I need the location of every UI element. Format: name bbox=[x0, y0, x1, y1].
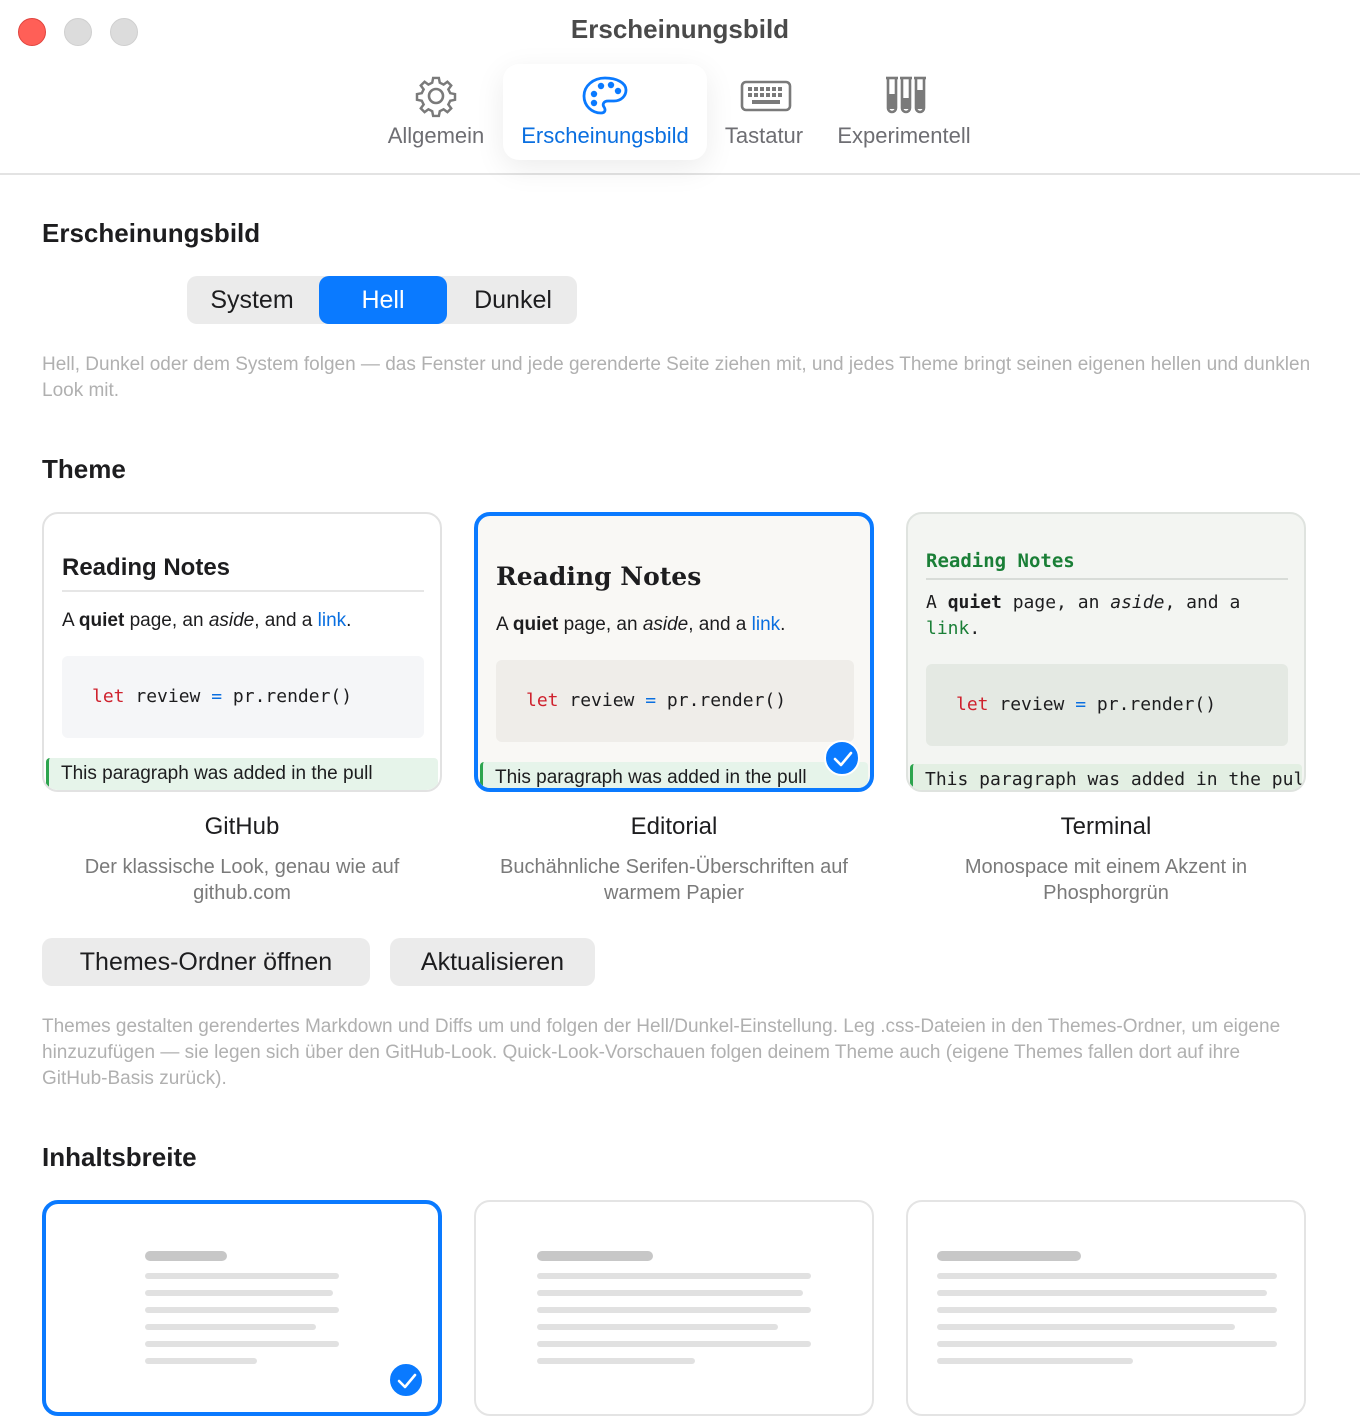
preview-paragraph: A quiet page, an aside, and a link. bbox=[62, 610, 352, 631]
width-preview-line bbox=[537, 1341, 811, 1347]
width-preview-line bbox=[145, 1290, 333, 1296]
width-preview-line bbox=[145, 1273, 339, 1279]
preview-added-line: This paragraph was added in the pull bbox=[910, 764, 1302, 790]
preview-added-line: This paragraph was added in the pull bbox=[46, 758, 438, 790]
checkmark-icon bbox=[388, 1362, 424, 1398]
theme-heading: Theme bbox=[42, 454, 126, 484]
preview-added-line: This paragraph was added in the pull bbox=[480, 762, 868, 788]
theme-card-terminal[interactable]: Reading Notes A quiet page, an aside, an… bbox=[906, 512, 1306, 792]
width-preview-line bbox=[537, 1290, 803, 1296]
width-preview-line bbox=[937, 1324, 1235, 1330]
preview-paragraph: A quiet page, an aside, and a link. bbox=[496, 614, 786, 635]
appearance-hint: Hell, Dunkel oder dem System folgen — da… bbox=[42, 354, 1311, 401]
width-preview-line bbox=[937, 1273, 1277, 1279]
width-preview-line bbox=[537, 1324, 778, 1330]
content-width-option-narrow[interactable] bbox=[42, 1200, 442, 1416]
preview-title: Reading Notes bbox=[62, 554, 424, 592]
theme-name-editorial: Editorial bbox=[630, 813, 718, 840]
content-width-heading: Inhaltsbreite bbox=[42, 1142, 197, 1172]
tab-experimentell[interactable]: Experimentell bbox=[826, 64, 982, 160]
appearance-heading: Erscheinungsbild bbox=[42, 218, 261, 248]
preferences-tabs: Allgemein Erscheinungsbild Tastatur Expe… bbox=[0, 64, 1360, 160]
test-tubes-icon bbox=[880, 74, 928, 118]
appearance-mode-segmented-control: System Hell Dunkel bbox=[187, 276, 577, 324]
preview-title: Reading Notes bbox=[926, 550, 1288, 580]
width-preview-line bbox=[145, 1341, 339, 1347]
open-themes-folder-button[interactable]: Themes-Ordner öffnen bbox=[42, 938, 370, 986]
theme-card-editorial[interactable]: Reading Notes A quiet page, an aside, an… bbox=[474, 512, 874, 792]
width-preview-heading-line bbox=[145, 1251, 227, 1261]
gear-icon bbox=[412, 74, 460, 118]
width-preview-line bbox=[145, 1358, 257, 1364]
keyboard-icon bbox=[740, 74, 792, 118]
preview-code-block: let review = pr.render() bbox=[496, 660, 854, 742]
width-preview-line bbox=[145, 1324, 316, 1330]
preview-paragraph: A quiet page, an aside, and a link. bbox=[926, 592, 1241, 639]
appearance-option-system[interactable]: System bbox=[187, 276, 317, 324]
width-preview-line bbox=[937, 1341, 1277, 1347]
theme-name-github: GitHub bbox=[204, 813, 280, 840]
tab-label: Erscheinungsbild bbox=[521, 123, 689, 148]
theme-name-terminal: Terminal bbox=[1060, 813, 1152, 840]
width-preview-line bbox=[537, 1273, 811, 1279]
preview-code-block: let review = pr.render() bbox=[926, 664, 1288, 746]
theme-card-github[interactable]: Reading Notes A quiet page, an aside, an… bbox=[42, 512, 442, 792]
refresh-themes-button[interactable]: Aktualisieren bbox=[390, 938, 595, 986]
preview-code-block: let review = pr.render() bbox=[62, 656, 424, 738]
appearance-option-hell[interactable]: Hell bbox=[319, 276, 447, 324]
appearance-option-dunkel[interactable]: Dunkel bbox=[449, 276, 577, 324]
palette-icon bbox=[581, 74, 629, 118]
theme-description-terminal: Monospace mit einem Akzent in Phosphorgr… bbox=[964, 856, 1248, 904]
tab-label: Experimentell bbox=[837, 123, 971, 148]
title-bar: Erscheinungsbild Allgemein Erscheinungsb… bbox=[0, 0, 1360, 175]
tab-allgemein[interactable]: Allgemein bbox=[376, 64, 496, 160]
tab-tastatur[interactable]: Tastatur bbox=[714, 64, 814, 160]
width-preview-line bbox=[937, 1358, 1133, 1364]
theme-description-editorial: Buchähnliche Serifen-Überschriften auf w… bbox=[500, 856, 848, 904]
preview-title: Reading Notes bbox=[496, 562, 702, 591]
width-preview-line bbox=[537, 1358, 695, 1364]
content-width-option-medium[interactable] bbox=[474, 1200, 874, 1416]
width-preview-line bbox=[145, 1307, 339, 1313]
width-preview-heading-line bbox=[537, 1251, 653, 1261]
width-preview-heading-line bbox=[937, 1251, 1081, 1261]
content-width-option-wide[interactable] bbox=[906, 1200, 1306, 1416]
theme-hint: Themes gestalten gerendertes Markdown un… bbox=[42, 1016, 1281, 1089]
tab-erscheinungsbild[interactable]: Erscheinungsbild bbox=[503, 64, 707, 160]
tab-label: Tastatur bbox=[724, 123, 804, 148]
tab-label: Allgemein bbox=[387, 123, 485, 148]
width-preview-line bbox=[537, 1307, 811, 1313]
theme-description-github: Der klassische Look, genau wie auf githu… bbox=[84, 856, 400, 904]
width-preview-line bbox=[937, 1307, 1277, 1313]
checkmark-icon bbox=[824, 740, 860, 776]
window-title: Erscheinungsbild bbox=[570, 14, 790, 44]
width-preview-line bbox=[937, 1290, 1267, 1296]
